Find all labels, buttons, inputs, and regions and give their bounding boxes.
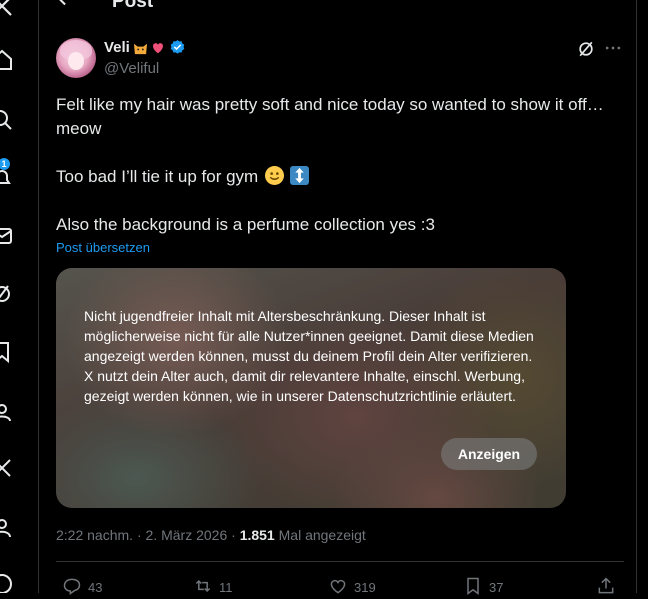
author-name-row[interactable]: Veli (104, 39, 186, 56)
cat-emoji (133, 41, 148, 55)
post-text-line-2: meow (56, 119, 102, 138)
page-title: Post (112, 0, 154, 12)
home-icon[interactable] (0, 48, 14, 72)
like-button[interactable]: 319 (328, 576, 376, 599)
post-text-line-3: Too bad I’ll tie it up for gym (56, 166, 309, 188)
post-text-line-4: Also the background is a perfume collect… (56, 215, 435, 234)
share-icon (596, 576, 616, 599)
heart-emoji (151, 41, 165, 55)
explore-icon[interactable] (0, 108, 14, 132)
bookmark-icon (463, 576, 483, 599)
like-icon (328, 576, 348, 599)
verified-icon[interactable] (169, 39, 186, 56)
bookmark-button[interactable]: 37 (463, 576, 503, 599)
post-date[interactable]: 2. März 2026 (146, 527, 228, 543)
meta-separator: · (133, 527, 146, 543)
grok-icon[interactable] (576, 39, 596, 59)
views-count: 1.851 (239, 527, 275, 543)
views-label: Mal angezeigt (278, 527, 366, 543)
grok-nav-icon[interactable] (0, 282, 14, 306)
show-media-button[interactable]: Anzeigen (441, 438, 537, 470)
post-text-line-3-text: Too bad I’ll tie it up for gym (56, 167, 259, 186)
avatar[interactable] (56, 38, 96, 78)
left-nav-rail: 1 (0, 0, 18, 593)
reply-button[interactable]: 43 (62, 576, 102, 599)
repost-icon (193, 576, 213, 599)
smile-emoji (264, 166, 284, 185)
share-button[interactable] (596, 576, 616, 599)
post-meta: 2:22 nachm. · 2. März 2026 · 1.851 Mal a… (56, 527, 366, 543)
premium-icon[interactable] (0, 456, 14, 480)
repost-button[interactable]: 11 (193, 576, 233, 599)
actions-divider (56, 561, 624, 562)
reply-icon (62, 576, 82, 599)
author-handle[interactable]: @Veliful (104, 60, 159, 77)
messages-icon[interactable] (0, 224, 14, 248)
post-time[interactable]: 2:22 nachm. (56, 527, 133, 543)
translate-post-link[interactable]: Post übersetzen (56, 240, 150, 255)
author-name[interactable]: Veli (104, 39, 130, 56)
profile-icon[interactable] (0, 516, 14, 540)
column-divider-left (38, 0, 39, 593)
more-icon[interactable] (603, 38, 623, 58)
up-down-arrow-emoji (289, 166, 309, 185)
back-arrow-icon[interactable] (55, 0, 77, 10)
communities-icon[interactable] (0, 400, 14, 424)
meta-separator: · (227, 527, 240, 543)
column-divider-right (636, 0, 637, 593)
age-restriction-warning: Nicht jugendfreier Inhalt mit Altersbesc… (84, 308, 534, 404)
bookmarks-nav-icon[interactable] (0, 340, 14, 364)
x-logo-icon[interactable] (0, 0, 14, 18)
post-text-line-1: Felt like my hair was pretty soft and ni… (56, 95, 604, 114)
more-nav-icon[interactable] (0, 572, 14, 593)
sensitive-media-card: Nicht jugendfreier Inhalt mit Altersbesc… (56, 268, 566, 508)
